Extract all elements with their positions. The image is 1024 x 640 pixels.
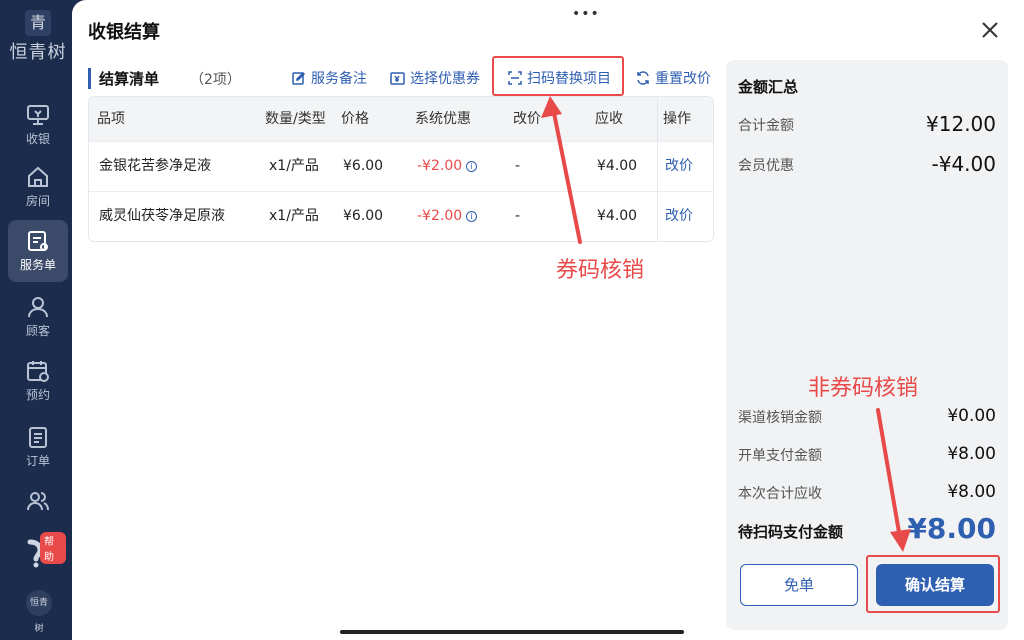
home-indicator[interactable]: [340, 630, 684, 634]
member-discount-label: 会员优惠: [738, 158, 794, 174]
current-due-value: ¥8.00: [947, 482, 996, 502]
current-due-row: 本次合计应收 ¥8.00: [738, 480, 996, 504]
item-name: 金银花苦参净足液: [99, 158, 211, 174]
opened-amount-value: ¥8.00: [947, 444, 996, 464]
customer-icon: [28, 297, 48, 318]
sidebar-item-label: 顾客: [25, 324, 50, 338]
channel-amount-label: 渠道核销金额: [738, 410, 822, 426]
item-price: ¥6.00: [343, 208, 384, 224]
home-icon: [28, 166, 48, 187]
current-due-label: 本次合计应收: [738, 486, 822, 502]
opened-amount-row: 开单支付金额 ¥8.00: [738, 442, 996, 466]
member-discount-value: -¥4.00: [931, 152, 996, 176]
column-header: 品项: [97, 111, 125, 127]
list-title: 结算清单: [88, 68, 159, 89]
sidebar-item-label: 订单: [25, 454, 50, 468]
refresh-icon: [637, 71, 649, 85]
annotation-coupon-code: 券码核销: [556, 258, 645, 283]
column-header: 改价: [513, 111, 541, 127]
drag-handle[interactable]: •••: [572, 6, 600, 22]
sidebar-item-service-order[interactable]: 服务单: [8, 220, 68, 282]
help-badge: 帮助: [40, 532, 66, 564]
total-amount-row: 合计金额 ¥12.00: [738, 112, 996, 136]
sidebar-item-label: 房间: [25, 194, 50, 208]
sidebar-item-label: 服务单: [19, 258, 56, 272]
logo-mark: 青: [25, 10, 51, 36]
bottom-logo: 恒青树: [26, 590, 52, 634]
table-row: 威灵仙茯苓净足原液 x1/产品 ¥6.00 -¥2.00 i - ¥4.00 改价: [89, 191, 713, 241]
list-count: （2项）: [190, 72, 241, 88]
select-coupon-label: 选择优惠券: [410, 71, 480, 87]
edit-note-icon: [292, 71, 306, 85]
column-header: 价格: [341, 111, 369, 127]
pending-payment-row: 待扫码支付金额 ¥8.00: [738, 512, 996, 548]
reset-price-label: 重置改价: [655, 71, 711, 87]
item-due: ¥4.00: [597, 208, 638, 224]
sidebar-item-orders[interactable]: 订单: [8, 416, 68, 478]
item-price: ¥6.00: [343, 158, 384, 174]
sidebar-item-room[interactable]: 房间: [8, 156, 68, 218]
settlement-table: 品项 数量/类型 价格 系统优惠 改价 应收 操作 金银花苦参净足液 x1/产品…: [88, 96, 714, 242]
sidebar: 青 恒青树 收银 房间 服务单 顾客 预约 订单 帮助 恒青树: [0, 0, 76, 640]
table-row: 金银花苦参净足液 x1/产品 ¥6.00 -¥2.00 i - ¥4.00 改价: [89, 141, 713, 191]
users-icon: [27, 492, 49, 511]
total-amount-label: 合计金额: [738, 118, 794, 134]
free-order-button[interactable]: 免单: [740, 564, 858, 606]
page-title: 收银结算: [88, 22, 160, 43]
opened-amount-label: 开单支付金额: [738, 448, 822, 464]
info-icon[interactable]: i: [466, 161, 478, 172]
help-button[interactable]: 帮助: [18, 532, 66, 572]
member-discount-row: 会员优惠 -¥4.00: [738, 152, 996, 176]
item-due: ¥4.00: [597, 158, 638, 174]
sidebar-item-appointment[interactable]: 预约: [8, 350, 68, 412]
channel-amount-row: 渠道核销金额 ¥0.00: [738, 404, 996, 428]
sidebar-item-cashier[interactable]: 收银: [8, 94, 68, 156]
info-icon[interactable]: i: [466, 211, 478, 222]
item-discount-value: -¥2.00: [417, 158, 463, 174]
table-header: 品项 数量/类型 价格 系统优惠 改价 应收 操作: [89, 97, 713, 141]
app-logo: 青 恒青树: [0, 10, 76, 64]
scan-replace-highlight: [492, 56, 624, 96]
coupon-icon: [390, 72, 405, 85]
column-header: 应收: [595, 111, 623, 127]
summary-title: 金额汇总: [738, 78, 799, 96]
sidebar-item-label: 收银: [25, 132, 50, 146]
cashier-icon: [27, 105, 49, 125]
item-change: -: [515, 208, 521, 224]
item-qty: x1/产品: [269, 158, 319, 174]
item-name: 威灵仙茯苓净足原液: [99, 208, 225, 224]
pending-payment-label: 待扫码支付金额: [738, 523, 844, 541]
item-discount-value: -¥2.00: [417, 208, 463, 224]
service-order-icon: [28, 231, 48, 251]
select-coupon-button[interactable]: 选择优惠券: [390, 68, 480, 88]
reset-price-button[interactable]: 重置改价: [636, 68, 711, 88]
sidebar-item-label: 预约: [25, 388, 50, 402]
close-icon[interactable]: [978, 18, 1002, 42]
item-qty: x1/产品: [269, 208, 319, 224]
item-change: -: [515, 158, 521, 174]
order-icon: [29, 427, 47, 448]
column-header: 数量/类型: [265, 111, 326, 127]
column-header: 系统优惠: [415, 111, 471, 127]
logo-name: 恒青树: [9, 42, 67, 63]
checkout-panel: ••• 收银结算 结算清单 （2项） 服务备注 选择优惠券 扫码替换项目 重置改…: [72, 0, 1024, 640]
pending-payment-value: ¥8.00: [907, 512, 996, 545]
item-discount: -¥2.00 i: [417, 142, 478, 191]
service-note-label: 服务备注: [311, 71, 367, 87]
total-amount-value: ¥12.00: [926, 112, 996, 136]
sidebar-item-staff[interactable]: [8, 480, 68, 520]
service-note-button[interactable]: 服务备注: [292, 68, 367, 88]
confirm-highlight: [866, 555, 1000, 613]
sidebar-item-customer[interactable]: 顾客: [8, 286, 68, 348]
item-discount: -¥2.00 i: [417, 192, 478, 241]
amount-summary: 金额汇总 合计金额 ¥12.00 会员优惠 -¥4.00 渠道核销金额 ¥0.0…: [726, 60, 1008, 630]
channel-amount-value: ¥0.00: [947, 406, 996, 426]
calendar-icon: [27, 361, 49, 382]
annotation-non-coupon-code: 非券码核销: [808, 376, 919, 401]
operation-column-divider: [657, 97, 713, 241]
